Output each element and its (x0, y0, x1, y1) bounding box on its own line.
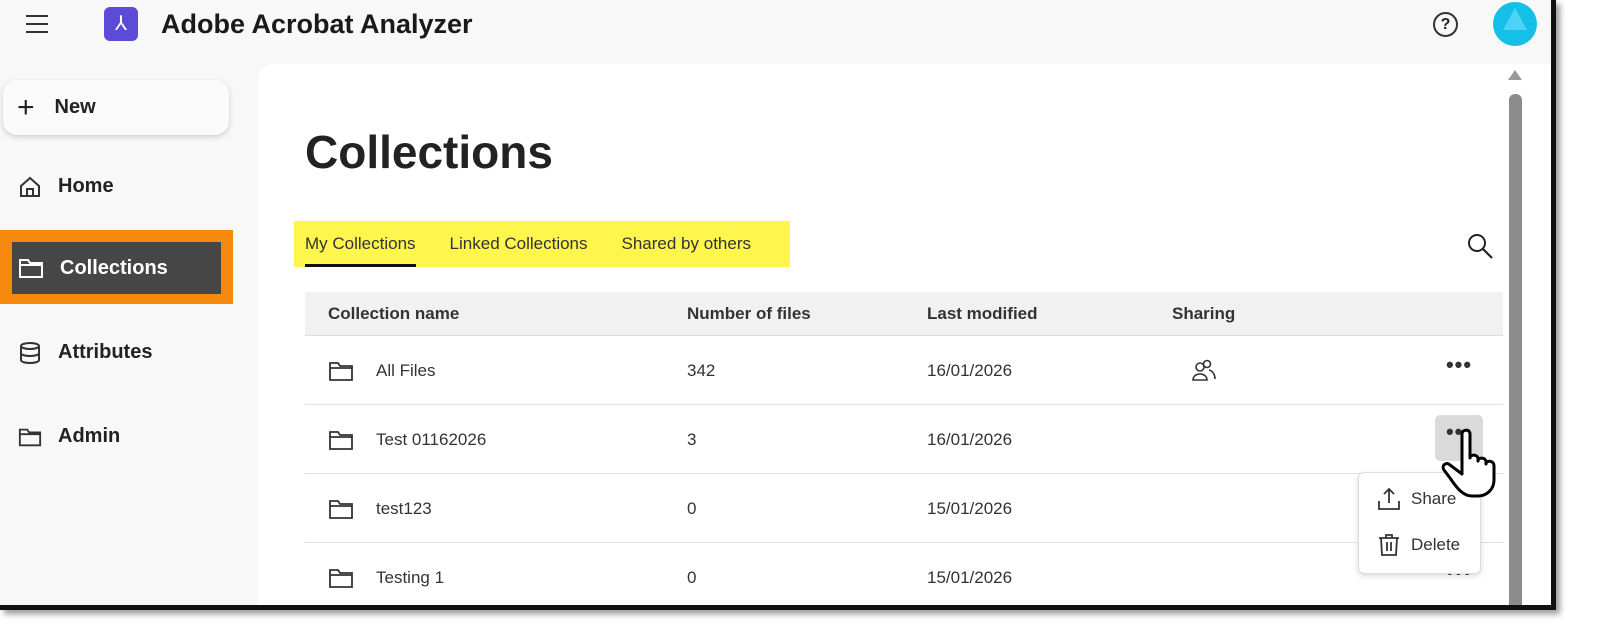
collection-name[interactable]: Test 01162026 (376, 405, 486, 474)
menu-item-label: Delete (1411, 535, 1461, 554)
app-window: ⅄ Adobe Acrobat Analyzer ? + New Home Col… (0, 0, 1556, 610)
plus-icon: + (17, 90, 35, 124)
help-icon[interactable]: ? (1433, 12, 1458, 37)
collection-name[interactable]: All Files (376, 336, 436, 405)
trash-icon (1379, 534, 1399, 556)
folder-icon (329, 500, 353, 519)
column-header-sharing: Sharing (1172, 304, 1236, 323)
folder-icon (329, 362, 353, 381)
shared-users-icon (1192, 359, 1216, 381)
tab-shared-by-others[interactable]: Shared by others (622, 221, 751, 267)
column-header-name[interactable]: Collection name (328, 292, 459, 336)
home-icon (20, 176, 40, 197)
more-actions-button[interactable]: ••• (1435, 354, 1483, 382)
scrollbar-thumb[interactable] (1509, 94, 1522, 605)
new-button[interactable]: + New (3, 80, 229, 135)
table-row[interactable]: Testing 1 0 15/01/2026 ••• (305, 543, 1503, 605)
tab-my-collections[interactable]: My Collections (305, 221, 416, 267)
column-header-modified[interactable]: Last modified (927, 292, 1038, 336)
database-icon (20, 341, 40, 364)
folder-icon (19, 259, 43, 278)
acrobat-logo-icon: ⅄ (104, 7, 138, 41)
file-count: 0 (687, 568, 697, 587)
search-icon[interactable] (1466, 232, 1494, 260)
tab-bar: My Collections Linked Collections Shared… (294, 221, 790, 267)
sidebar-item-home[interactable]: Home (18, 175, 114, 198)
page-title: Collections (305, 126, 553, 178)
last-modified: 15/01/2026 (927, 568, 1013, 587)
tab-linked-collections[interactable]: Linked Collections (450, 221, 588, 267)
app-title: Adobe Acrobat Analyzer (161, 9, 473, 39)
share-icon (1378, 487, 1400, 510)
collection-name[interactable]: test123 (376, 474, 432, 543)
sidebar-item-attributes[interactable]: Attributes (18, 341, 152, 364)
table-row[interactable]: test123 0 15/01/2026 (305, 474, 1503, 543)
new-label: New (54, 96, 96, 118)
hand-cursor-icon (1441, 428, 1496, 498)
scroll-up-arrow-icon[interactable] (1508, 70, 1522, 80)
sidebar-item-collections[interactable]: Collections (0, 230, 233, 304)
table-row[interactable]: All Files 342 16/01/2026 ••• (305, 336, 1503, 405)
table-row[interactable]: Test 01162026 3 16/01/2026 ••• (305, 405, 1503, 474)
sidebar-item-label: Admin (58, 425, 121, 447)
folder-icon (329, 431, 353, 450)
folder-icon (18, 428, 42, 446)
column-header-files[interactable]: Number of files (687, 292, 811, 336)
last-modified: 15/01/2026 (927, 499, 1013, 518)
collection-name[interactable]: Testing 1 (376, 543, 444, 605)
sidebar-item-label: Attributes (58, 341, 153, 363)
hamburger-menu-icon[interactable] (26, 15, 48, 33)
file-count: 0 (687, 499, 697, 518)
sidebar-item-label: Home (58, 175, 114, 197)
last-modified: 16/01/2026 (927, 361, 1013, 380)
file-count: 342 (687, 361, 716, 380)
avatar[interactable] (1493, 2, 1537, 46)
table-header: Collection name Number of files Last mod… (305, 292, 1503, 336)
sidebar-item-admin[interactable]: Admin (18, 425, 120, 448)
sidebar-item-label: Collections (60, 256, 168, 279)
folder-icon (329, 569, 353, 588)
file-count: 3 (687, 430, 697, 449)
menu-item-delete[interactable]: Delete (1377, 533, 1460, 557)
last-modified: 16/01/2026 (927, 430, 1013, 449)
